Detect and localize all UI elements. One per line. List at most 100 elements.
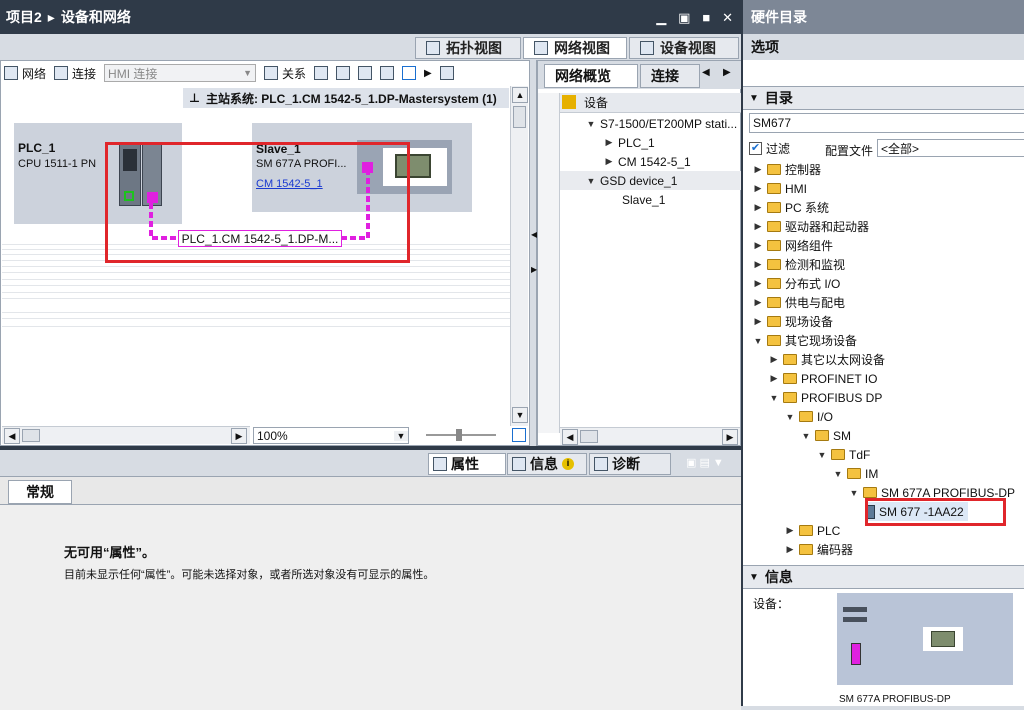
- profile-label: 配置文件: [825, 144, 874, 158]
- close-icon[interactable]: ✕: [722, 10, 733, 25]
- catalog-tree-item[interactable]: ▶ 编码器: [785, 540, 853, 559]
- catalog-tree-item[interactable]: ▶ 驱动器和起动器: [753, 217, 869, 236]
- folder-icon: [783, 354, 797, 365]
- catalog-tree-item[interactable]: ▶ PLC: [785, 521, 841, 540]
- profile-select[interactable]: <全部>: [877, 139, 1024, 157]
- network-overview-panel: 网络概览 连接 ◀ ▶ 设备 ▼ S7-1500/ET200MP stati...…: [537, 60, 742, 446]
- collapsed-icon[interactable]: ▶: [753, 221, 763, 232]
- overview-row[interactable]: Slave_1: [538, 190, 742, 209]
- catalog-tree-item[interactable]: ▶ 网络组件: [753, 236, 833, 255]
- column-header-device[interactable]: 设备: [584, 94, 608, 111]
- tab-info[interactable]: 信息 i: [507, 453, 587, 475]
- folder-icon: [767, 202, 781, 213]
- folder-icon: [847, 468, 861, 479]
- catalog-tree-item[interactable]: ▶ 现场设备: [753, 312, 833, 331]
- catalog-tree-label: 供电与配电: [785, 296, 846, 310]
- catalog-tree-item[interactable]: ▼ I/O: [785, 407, 833, 426]
- catalog-tree-item[interactable]: ▶ 分布式 I/O: [753, 274, 841, 293]
- expanded-icon: ▼: [586, 118, 596, 129]
- catalog-tree-label: 现场设备: [785, 315, 834, 329]
- folder-icon: [799, 544, 813, 555]
- canvas-hscroll[interactable]: ◀ ▶: [2, 426, 250, 444]
- catalog-search-input[interactable]: SM677: [749, 113, 1024, 133]
- expanded-icon[interactable]: ▼: [817, 450, 827, 460]
- tab-diagnostics[interactable]: 诊断: [589, 453, 671, 475]
- panel-layout-icons[interactable]: ▣ ▤ ▼: [686, 456, 724, 469]
- collapsed-icon[interactable]: ▶: [753, 202, 763, 213]
- catalog-tree-label: PROFIBUS DP: [801, 390, 883, 405]
- expanded-icon[interactable]: ▼: [833, 469, 843, 479]
- tab-scroll-left-icon[interactable]: ◀: [702, 67, 710, 78]
- fit-view-icon[interactable]: [512, 428, 526, 442]
- catalog-tree-label: 检测和监视: [785, 258, 846, 272]
- catalog-tree-item[interactable]: ▶ PROFINET IO: [769, 369, 878, 388]
- expanded-icon[interactable]: ▼: [769, 393, 779, 403]
- overview-row[interactable]: ▼ GSD device_1: [538, 171, 742, 190]
- folder-icon: [767, 297, 781, 308]
- catalog-tree-item[interactable]: ▶ 控制器: [753, 160, 821, 179]
- options-heading[interactable]: 选项: [743, 34, 1024, 60]
- collapsed-icon[interactable]: ▶: [753, 183, 763, 194]
- catalog-tree-item[interactable]: ▶ PC 系统: [753, 198, 829, 217]
- canvas-vscroll[interactable]: ▲ ▼: [510, 86, 528, 426]
- folder-icon: [767, 240, 781, 251]
- zoom-select[interactable]: 100% ▼: [253, 427, 409, 444]
- collapsed-icon: ▶: [605, 156, 613, 166]
- scroll-right-icon: ▶: [722, 429, 738, 445]
- expanded-icon[interactable]: ▼: [801, 431, 811, 441]
- catalog-tree-label: 控制器: [785, 163, 822, 177]
- catalog-tree-item[interactable]: ▼ SM: [801, 426, 851, 445]
- tab-network-overview[interactable]: 网络概览: [544, 64, 638, 88]
- catalog-tree-label: IM: [865, 466, 879, 481]
- collapsed-icon[interactable]: ▶: [753, 240, 763, 251]
- tab-scroll-right-icon[interactable]: ▶: [723, 67, 731, 78]
- collapsed-icon[interactable]: ▶: [753, 278, 763, 289]
- folder-icon: [767, 183, 781, 194]
- collapsed-icon[interactable]: ▶: [753, 316, 763, 327]
- panel-splitter[interactable]: ◀ ▶: [529, 60, 537, 446]
- catalog-tree-label: 网络组件: [785, 239, 834, 253]
- highlight-box-network: [105, 142, 410, 263]
- overview-row[interactable]: ▶ CM 1542-5_1: [538, 152, 742, 171]
- catalog-tree-item[interactable]: ▶ 供电与配电: [753, 293, 845, 312]
- overview-row[interactable]: ▶ PLC_1: [538, 133, 742, 152]
- collapsed-icon[interactable]: ▶: [785, 544, 795, 555]
- catalog-tree-item[interactable]: ▼ TdF: [817, 445, 871, 464]
- expanded-icon[interactable]: ▼: [753, 336, 763, 346]
- maximize-icon[interactable]: ■: [702, 10, 710, 25]
- catalog-tree-item[interactable]: ▼ IM: [833, 464, 879, 483]
- catalog-tree-item[interactable]: ▼ PROFIBUS DP: [769, 388, 883, 407]
- filter-checkbox[interactable]: ✔ 过滤: [749, 140, 790, 157]
- overview-row[interactable]: ▼ S7-1500/ET200MP stati...: [538, 114, 742, 133]
- catalog-tree-item[interactable]: ▶ HMI: [753, 179, 807, 198]
- minimize-icon[interactable]: ▁: [656, 10, 666, 25]
- diagnostics-icon: [594, 457, 608, 471]
- tab-properties[interactable]: 属性: [428, 453, 506, 475]
- folder-icon: [767, 278, 781, 289]
- restore-icon[interactable]: ▣: [678, 10, 690, 25]
- expanded-icon[interactable]: ▼: [849, 488, 859, 498]
- collapsed-icon[interactable]: ▶: [753, 297, 763, 308]
- collapsed-icon[interactable]: ▶: [785, 525, 795, 536]
- collapsed-icon[interactable]: ▶: [753, 259, 763, 270]
- tab-general[interactable]: 常规: [8, 480, 72, 504]
- catalog-tree-item[interactable]: ▶ 其它以太网设备: [769, 350, 885, 369]
- folder-icon: [767, 164, 781, 175]
- catalog-section-header[interactable]: ▼ 目录: [743, 86, 1024, 110]
- collapsed-icon[interactable]: ▶: [769, 373, 779, 384]
- tab-connections[interactable]: 连接: [640, 64, 700, 88]
- expanded-icon[interactable]: ▼: [785, 412, 795, 422]
- catalog-tree-label: 驱动器和起动器: [785, 220, 870, 234]
- zoom-slider[interactable]: [426, 429, 496, 441]
- catalog-tree-item[interactable]: ▶ 检测和监视: [753, 255, 845, 274]
- scroll-left-icon: ◀: [4, 428, 20, 444]
- folder-icon: [831, 449, 845, 460]
- catalog-tree-item[interactable]: ▼ 其它现场设备: [753, 331, 857, 350]
- info-section-header[interactable]: ▼ 信息: [743, 565, 1024, 589]
- tab-device-view[interactable]: 设备视图: [629, 37, 739, 59]
- overview-hscroll[interactable]: ◀ ▶: [560, 427, 740, 445]
- catalog-tree-label: 其它以太网设备: [801, 353, 886, 367]
- scroll-left-icon: ◀: [562, 429, 578, 445]
- collapsed-icon[interactable]: ▶: [769, 354, 779, 365]
- collapsed-icon[interactable]: ▶: [753, 164, 763, 175]
